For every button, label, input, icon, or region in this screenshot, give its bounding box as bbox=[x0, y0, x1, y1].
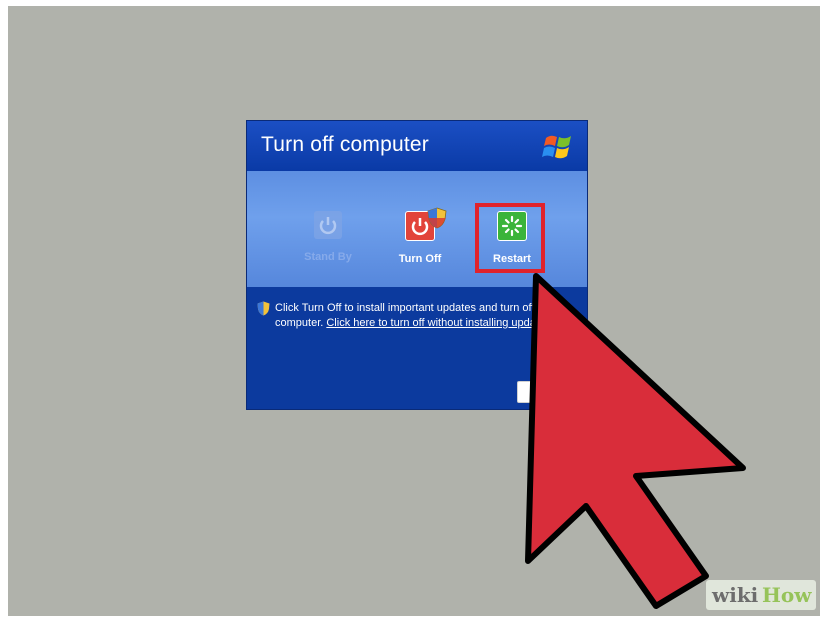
turn-off-label: Turn Off bbox=[398, 253, 442, 265]
turn-off-without-updates-link[interactable]: Click here to turn off without installin… bbox=[326, 317, 553, 329]
turn-off-computer-dialog: Turn off computer Stand By Turn Off Rest… bbox=[246, 120, 588, 410]
restart-highlight-box bbox=[475, 203, 545, 273]
stand-by-button[interactable]: Stand By bbox=[285, 211, 371, 263]
cancel-button[interactable] bbox=[517, 381, 579, 403]
wikihow-logo: wiki How bbox=[706, 580, 816, 610]
shield-icon bbox=[427, 207, 447, 229]
stand-by-label: Stand By bbox=[304, 251, 352, 263]
power-icon bbox=[314, 211, 342, 239]
svg-text:How: How bbox=[762, 583, 812, 607]
turn-off-button[interactable]: Turn Off bbox=[377, 211, 463, 265]
dialog-title: Turn off computer bbox=[261, 133, 429, 156]
update-info: Click Turn Off to install important upda… bbox=[247, 287, 587, 409]
dialog-title-bar: Turn off computer bbox=[247, 121, 587, 171]
svg-text:wiki: wiki bbox=[711, 583, 759, 607]
shield-icon bbox=[257, 301, 270, 316]
desktop-background: Turn off computer Stand By Turn Off Rest… bbox=[8, 6, 820, 616]
windows-logo-icon bbox=[542, 135, 571, 159]
update-info-text: Click Turn Off to install important upda… bbox=[275, 301, 575, 331]
